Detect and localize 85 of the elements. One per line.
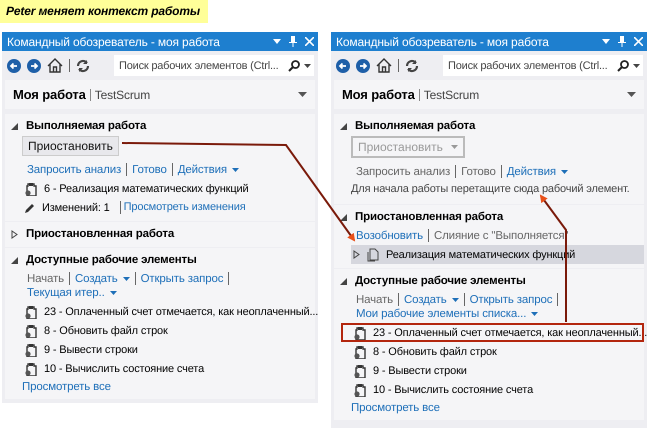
close-icon[interactable] (634, 37, 643, 46)
work-item-row[interactable]: 23 - Оплаченный счет отмечается, как неоплаченный... (22, 302, 315, 321)
action-link[interactable]: Готово (127, 164, 172, 176)
work-item-row[interactable]: 8 - Обновить файл строк (351, 342, 644, 361)
section-title[interactable]: Доступные рабочие элементы (26, 254, 197, 266)
action-link[interactable]: Создать (70, 272, 135, 284)
clipboard-icon (24, 342, 38, 356)
section-title[interactable]: Доступные рабочие элементы (355, 275, 526, 287)
search-field[interactable]: Поиск рабочих элементов (Ctrl... (114, 55, 314, 76)
collapse-icon[interactable] (11, 256, 18, 264)
collapse-icon[interactable] (11, 122, 18, 130)
clipboard-icon (24, 304, 38, 318)
section-title[interactable]: Приостановленная работа (355, 211, 504, 223)
work-item-row[interactable]: 8 - Обновить файл строк (22, 321, 315, 340)
pencil-icon (24, 202, 36, 214)
action-link[interactable]: Мои рабочие элементы списка... (351, 308, 544, 320)
action-link[interactable]: Создать (398, 294, 464, 306)
pin-icon[interactable] (618, 36, 626, 47)
project-name: TestScrum (90, 88, 298, 100)
caret-icon (452, 298, 459, 302)
view-changes-link[interactable]: Просмотреть изменения (120, 201, 246, 214)
collapse-icon[interactable] (340, 122, 347, 130)
drop-hint: Для начала работы перетащите сюда рабочий элемент. (351, 182, 631, 197)
page-title: Моя работа (342, 87, 415, 102)
caret-icon (633, 64, 640, 68)
changes-count: Изменений: 1 (42, 202, 110, 214)
caret-icon (122, 276, 130, 280)
refresh-icon[interactable] (405, 58, 419, 72)
section-title[interactable]: Приостановленная работа (26, 228, 174, 240)
dropdown-icon[interactable] (273, 39, 281, 44)
caret-icon (560, 170, 568, 174)
close-icon[interactable] (305, 37, 314, 46)
caret-icon[interactable] (298, 92, 307, 97)
clipboard-icon (353, 344, 367, 358)
search-field[interactable]: Поиск рабочих элементов (Ctrl... (443, 55, 643, 76)
collapse-icon[interactable] (340, 214, 347, 220)
back-icon[interactable] (336, 58, 350, 72)
action-link[interactable]: Открыть запрос (136, 272, 228, 284)
clipboard-icon (353, 326, 367, 340)
home-icon[interactable] (376, 58, 392, 73)
suspend-button[interactable]: Приостановить (22, 136, 119, 156)
action-link[interactable]: Запросить анализ (22, 164, 126, 176)
forward-icon[interactable] (356, 58, 370, 72)
work-item-row[interactable]: 10 - Вычислить состояние счета (22, 359, 315, 378)
clipboard-icon (24, 324, 38, 338)
back-icon[interactable] (7, 58, 21, 72)
view-all-link[interactable]: Просмотреть все (351, 399, 644, 416)
action-link[interactable]: Текущая итер.. (22, 287, 122, 299)
work-item-row[interactable]: 9 - Вывести строки (351, 361, 644, 380)
caption: Peter меняет контекст работы (0, 0, 208, 23)
view-all-link[interactable]: Просмотреть все (22, 378, 315, 395)
caret-icon (450, 145, 458, 149)
forward-icon[interactable] (27, 58, 41, 72)
window-title: Командный обозреватель - моя работа (7, 34, 221, 48)
search-icon (617, 60, 629, 72)
caret-icon (232, 168, 239, 172)
clipboard-icon (353, 382, 367, 396)
section-title[interactable]: Выполняемая работа (355, 120, 476, 132)
dropdown-icon[interactable] (602, 39, 610, 44)
clipboard-icon (24, 182, 38, 196)
action-link[interactable]: Открыть запрос (464, 294, 558, 306)
caret-icon[interactable] (627, 92, 636, 97)
expand-icon[interactable] (353, 250, 360, 259)
caret-icon (304, 64, 311, 68)
project-name: TestScrum (418, 88, 627, 100)
document-icon (366, 248, 380, 262)
work-item-row[interactable]: 6 - Реализация математических функций (22, 179, 315, 198)
expand-icon[interactable] (11, 230, 18, 238)
window-title: Командный обозреватель - моя работа (336, 34, 550, 48)
action-link[interactable]: Действия (502, 166, 573, 178)
clipboard-icon (353, 364, 367, 378)
work-item-row[interactable]: 10 - Вычислить состояние счета (351, 380, 644, 399)
section-title[interactable]: Выполняемая работа (26, 120, 146, 132)
refresh-icon[interactable] (76, 58, 90, 72)
pin-icon[interactable] (289, 36, 297, 47)
clipboard-icon (24, 362, 38, 376)
action-link[interactable]: Действия (172, 164, 244, 176)
action-link[interactable]: Возобновить (351, 230, 428, 242)
caret-icon (110, 291, 117, 295)
page-title: Моя работа (13, 87, 86, 102)
work-item-row[interactable]: 9 - Вывести строки (22, 340, 315, 359)
search-icon (288, 60, 300, 72)
home-icon[interactable] (47, 58, 63, 73)
caret-icon (531, 312, 538, 316)
collapse-icon[interactable] (340, 278, 347, 284)
